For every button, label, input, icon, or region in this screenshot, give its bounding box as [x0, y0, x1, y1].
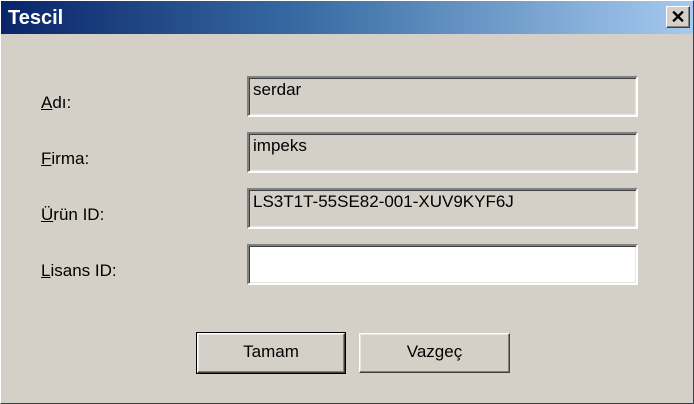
company-field: impeks	[247, 132, 638, 173]
product-id-label: Ürün ID:	[41, 205, 105, 224]
name-label: Adı:	[41, 93, 72, 112]
license-id-input[interactable]	[247, 244, 638, 285]
company-label: Firma:	[41, 149, 90, 168]
name-value: serdar	[253, 80, 302, 99]
ok-button[interactable]: Tamam	[196, 332, 346, 374]
title-bar[interactable]: Tescil ✕	[1, 1, 693, 34]
registration-dialog: Tescil ✕ Adı: serdar Firma: impeks Ürün …	[0, 0, 694, 404]
name-field: serdar	[247, 76, 638, 117]
company-value: impeks	[253, 136, 307, 155]
product-id-field: LS3T1T-55SE82-001-XUV9KYF6J	[247, 188, 638, 229]
cancel-button[interactable]: Vazgeç	[359, 333, 510, 373]
close-button[interactable]: ✕	[666, 6, 690, 28]
close-icon: ✕	[670, 7, 686, 27]
dialog-title: Tescil	[8, 7, 64, 29]
product-id-value: LS3T1T-55SE82-001-XUV9KYF6J	[253, 192, 514, 211]
license-id-label: Lisans ID:	[41, 261, 117, 280]
